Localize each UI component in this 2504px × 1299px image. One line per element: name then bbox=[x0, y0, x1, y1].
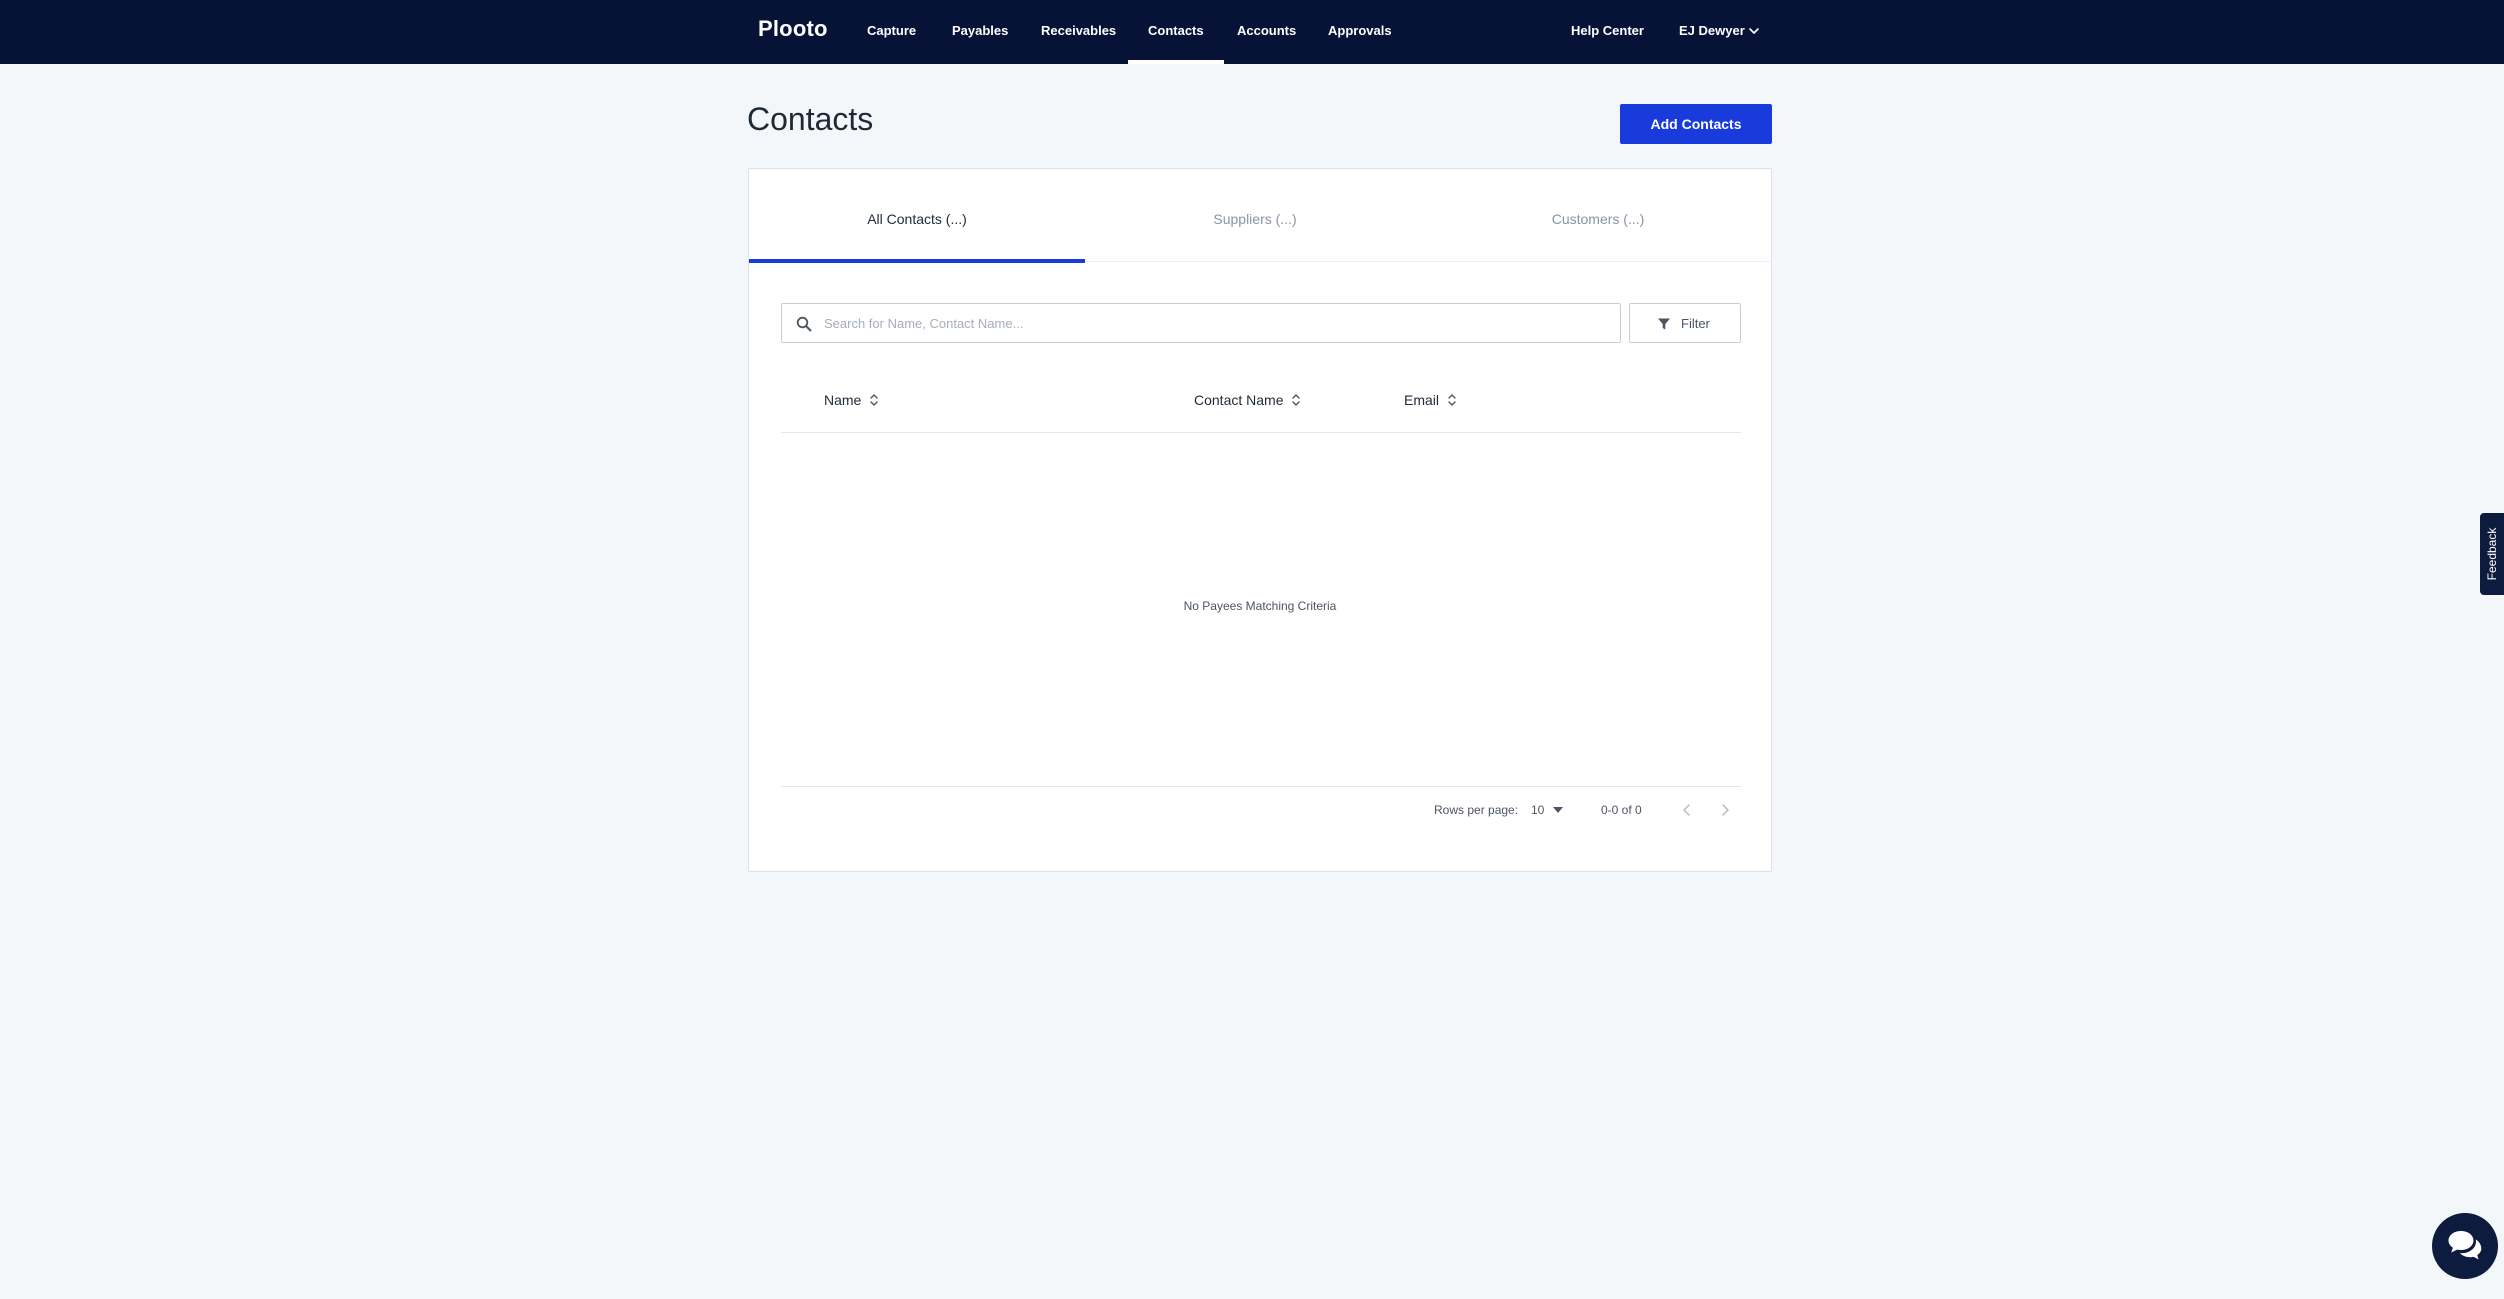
column-label: Email bbox=[1404, 392, 1440, 408]
search-box bbox=[781, 303, 1621, 343]
tab-suppliers[interactable]: Suppliers (...) bbox=[1085, 169, 1425, 262]
column-header-contact-name[interactable]: Contact Name bbox=[1194, 383, 1301, 433]
sort-icon bbox=[870, 394, 879, 406]
column-header-name[interactable]: Name bbox=[824, 383, 879, 433]
chevron-right-icon bbox=[1722, 804, 1729, 816]
nav-item-receivables[interactable]: Receivables bbox=[1041, 0, 1116, 64]
table-footer-divider bbox=[781, 786, 1741, 787]
filter-button[interactable]: Filter bbox=[1629, 303, 1741, 343]
nav-item-approvals[interactable]: Approvals bbox=[1328, 0, 1392, 64]
contacts-card: All Contacts (...) Suppliers (...) Custo… bbox=[748, 168, 1772, 872]
nav-item-capture[interactable]: Capture bbox=[867, 0, 916, 64]
rows-per-page-value: 10 bbox=[1531, 803, 1545, 817]
nav-item-payables[interactable]: Payables bbox=[952, 0, 1008, 64]
chat-bubbles-icon bbox=[2448, 1231, 2482, 1260]
sort-icon bbox=[1448, 394, 1456, 406]
chevron-down-icon[interactable] bbox=[1748, 25, 1760, 37]
user-menu[interactable]: EJ Dewyer bbox=[1679, 0, 1745, 64]
search-input[interactable] bbox=[824, 304, 1604, 342]
top-nav-bar: Plooto Capture Payables Receivables Cont… bbox=[0, 0, 2504, 64]
filter-label: Filter bbox=[1681, 316, 1710, 331]
pagination-range: 0-0 of 0 bbox=[1601, 803, 1642, 817]
caret-down-icon bbox=[1553, 807, 1563, 813]
chat-launcher-button[interactable] bbox=[2432, 1213, 2498, 1279]
next-page-button[interactable] bbox=[1715, 799, 1735, 821]
help-center-link[interactable]: Help Center bbox=[1571, 0, 1644, 64]
feedback-tab[interactable]: Feedback bbox=[2480, 513, 2504, 595]
rows-per-page-select[interactable]: 10 bbox=[1531, 798, 1571, 822]
filter-icon bbox=[1658, 318, 1670, 330]
chevron-left-icon bbox=[1683, 804, 1690, 816]
brand-logo[interactable]: Plooto bbox=[758, 16, 828, 42]
previous-page-button[interactable] bbox=[1677, 799, 1697, 821]
search-icon bbox=[796, 316, 812, 332]
nav-item-accounts[interactable]: Accounts bbox=[1237, 0, 1296, 64]
contacts-tabs: All Contacts (...) Suppliers (...) Custo… bbox=[749, 169, 1771, 263]
tab-customers[interactable]: Customers (...) bbox=[1425, 169, 1771, 262]
sort-icon bbox=[1292, 394, 1301, 406]
table-header: Name Contact Name Email bbox=[781, 383, 1741, 433]
add-contacts-button[interactable]: Add Contacts bbox=[1620, 104, 1772, 144]
tab-all-contacts[interactable]: All Contacts (...) bbox=[749, 169, 1085, 263]
column-label: Name bbox=[824, 392, 862, 408]
column-header-email[interactable]: Email bbox=[1404, 383, 1457, 433]
rows-per-page-label: Rows per page: bbox=[1434, 803, 1519, 817]
column-label: Contact Name bbox=[1194, 392, 1284, 408]
feedback-label: Feedback bbox=[2485, 527, 2499, 581]
empty-state-message: No Payees Matching Criteria bbox=[1183, 599, 1337, 613]
nav-item-contacts[interactable]: Contacts bbox=[1128, 0, 1224, 64]
page-title: Contacts bbox=[747, 101, 874, 137]
